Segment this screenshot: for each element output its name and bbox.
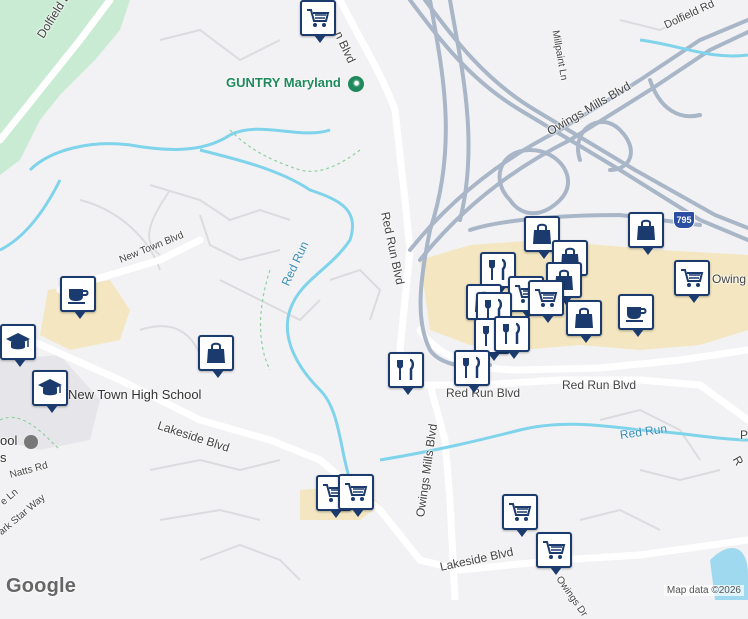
mall-access	[468, 212, 702, 232]
poi-label-guntry[interactable]: GUNTRY Maryland ●	[226, 75, 365, 92]
grocery-icon	[533, 285, 559, 311]
poi-label-school-left[interactable]: ool	[0, 433, 38, 449]
school-pin[interactable]	[0, 324, 36, 367]
cafe-pin[interactable]	[618, 294, 654, 337]
poi-label-school-left-2: s	[0, 450, 7, 465]
poi-label-guntry-text: GUNTRY Maryland	[226, 75, 341, 90]
road-label-red-run-blvd-south-2: Red Run Blvd	[562, 378, 637, 392]
restaurant-pin[interactable]	[454, 350, 490, 393]
grocery-icon	[343, 479, 369, 505]
grocery-pin[interactable]	[502, 494, 538, 537]
stream-main	[199, 148, 355, 481]
grocery-pin[interactable]	[674, 260, 710, 303]
grocery-pin[interactable]	[300, 0, 336, 43]
grocery-icon	[679, 265, 705, 291]
cafe-icon	[65, 281, 91, 307]
school-marker-icon	[23, 434, 38, 449]
grocery-icon	[541, 537, 567, 563]
map-attribution[interactable]: Map data ©2026	[663, 585, 744, 596]
shopping-icon	[571, 305, 597, 331]
restaurant-pin[interactable]	[494, 316, 530, 359]
grocery-icon	[305, 5, 331, 31]
school-icon	[37, 375, 63, 401]
grocery-pin[interactable]	[536, 532, 572, 575]
school-icon	[5, 329, 31, 355]
restaurant-icon	[499, 321, 525, 347]
restaurant-pin[interactable]	[388, 352, 424, 395]
poi-label-new-town-high-school[interactable]: New Town High School	[68, 387, 201, 402]
grocery-icon	[507, 499, 533, 525]
road-label-owings-right: Owing	[712, 272, 747, 286]
grocery-pin[interactable]	[338, 474, 374, 517]
grocery-pin[interactable]	[528, 280, 564, 323]
shopping-icon	[633, 217, 659, 243]
poi-label-school-left-text: ool	[0, 433, 18, 448]
google-logo[interactable]: Google	[6, 575, 76, 598]
shopping-pin[interactable]	[198, 335, 234, 378]
cafe-icon	[623, 299, 649, 325]
park-icon: ●	[348, 75, 365, 92]
restaurant-icon	[393, 357, 419, 383]
cafe-pin[interactable]	[60, 276, 96, 319]
road-label-right-edge-p: P	[740, 428, 748, 442]
school-pin[interactable]	[32, 370, 68, 413]
shopping-pin[interactable]	[566, 300, 602, 343]
shopping-pin[interactable]	[628, 212, 664, 255]
shopping-icon	[203, 340, 229, 366]
stream-red-run	[0, 179, 62, 252]
restaurant-icon	[459, 355, 485, 381]
road-label-red-run-blvd-south: Red Run Blvd	[446, 386, 521, 400]
stream-north	[28, 127, 331, 172]
interstate-shield: 795	[673, 211, 695, 229]
